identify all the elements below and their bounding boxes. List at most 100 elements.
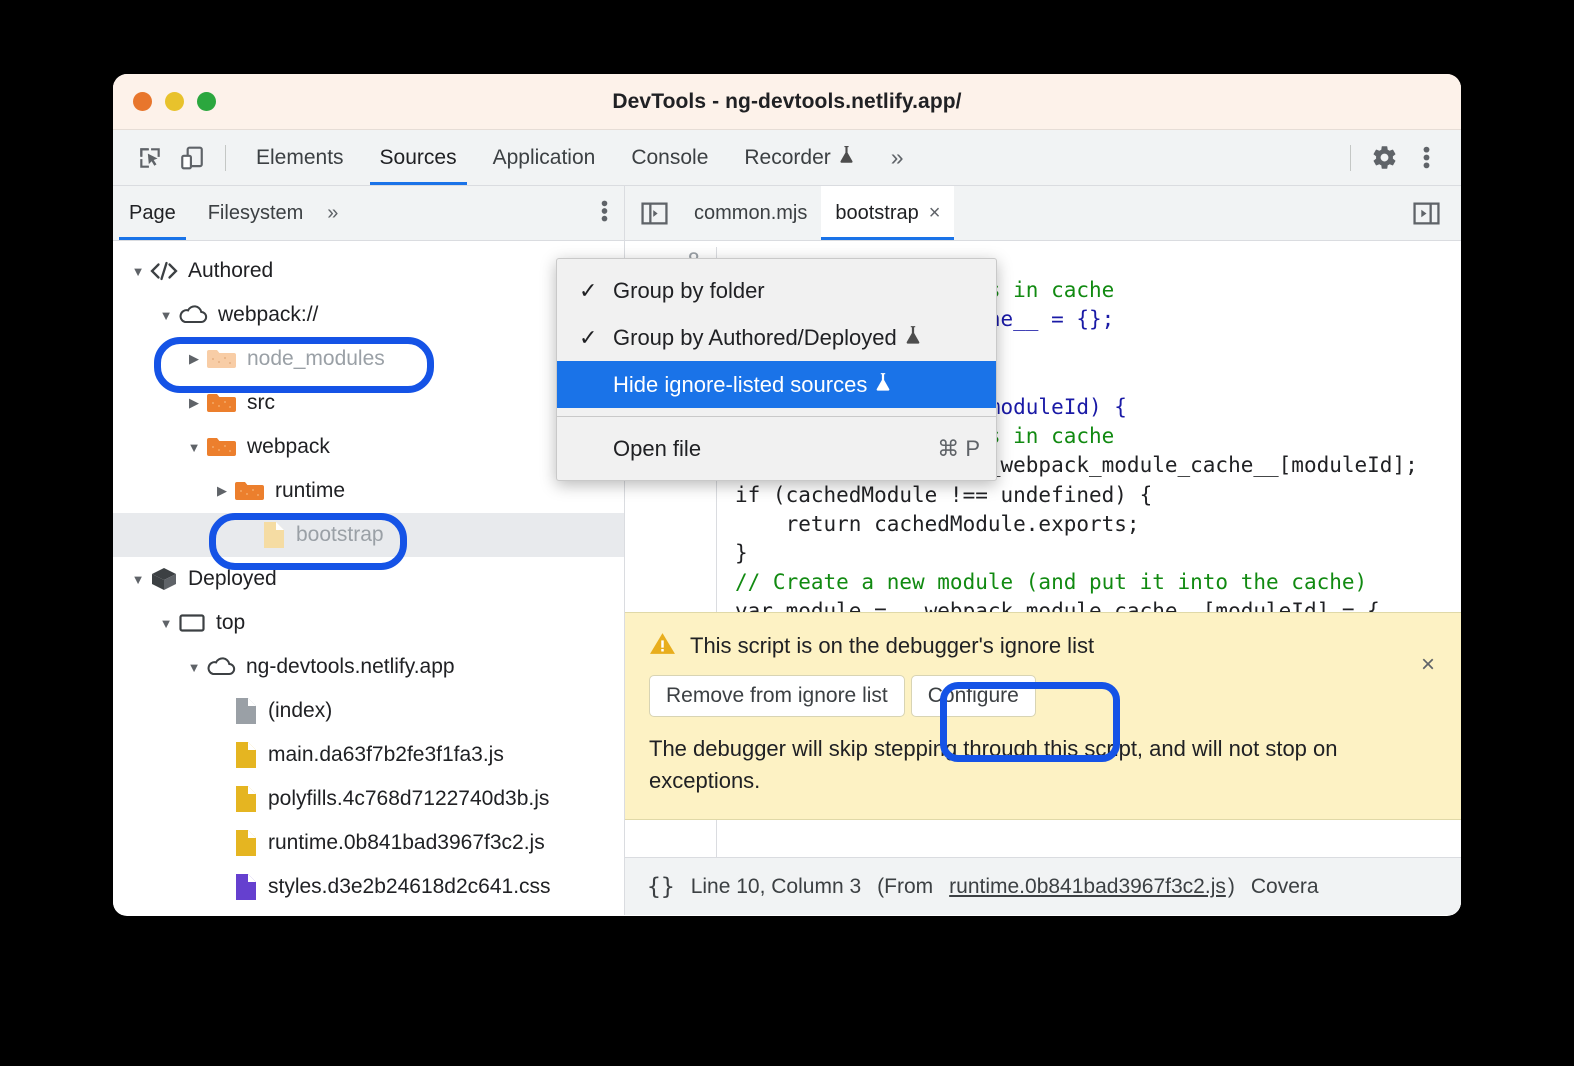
remove-from-ignore-list-button[interactable]: Remove from ignore list	[649, 675, 905, 717]
experimental-flask-icon	[904, 325, 922, 351]
experimental-flask-icon	[874, 372, 892, 398]
menu-item-label: Hide ignore-listed sources	[613, 372, 867, 398]
tree-label: bootstrap	[296, 523, 384, 547]
tree-row-ng-devtools-netlify-app[interactable]: ▼ ng-devtools.netlify.app	[113, 645, 624, 689]
navigator-context-menu[interactable]: ✓ Group by folder ✓ Group by Authored/De…	[556, 258, 997, 481]
sources-navigator-tree[interactable]: ▼ Authored ▼ webpack:// ▶	[113, 241, 625, 915]
tree-label: polyfills.4c768d7122740d3b.js	[268, 787, 549, 811]
panel-tab-application-label: Application	[493, 146, 596, 170]
chevron-down-icon[interactable]: ▼	[127, 572, 149, 587]
tree-row-webpack[interactable]: ▼ webpack	[113, 425, 624, 469]
chevron-down-icon[interactable]: ▼	[183, 440, 205, 455]
infobar-actions: Remove from ignore list Configure	[649, 675, 1437, 717]
devtools-main-toolbar: Elements Sources Application Console Rec…	[113, 130, 1461, 186]
infobar-detail-text: The debugger will skip stepping through …	[649, 733, 1437, 797]
navigator-more-options-icon[interactable]	[601, 198, 608, 229]
panel-tab-recorder-label: Recorder	[744, 146, 830, 170]
configure-button[interactable]: Configure	[911, 675, 1036, 717]
tree-row-index[interactable]: ▶ (index)	[113, 689, 624, 733]
kebab-menu-icon[interactable]	[1405, 137, 1447, 179]
file-dimmed-icon	[261, 520, 287, 550]
tree-row-runtime-js[interactable]: ▶ runtime.0b841bad3967f3c2.js	[113, 821, 624, 865]
minimize-window-button[interactable]	[165, 92, 184, 111]
frame-icon	[177, 611, 207, 635]
expand-panel-icon[interactable]	[1405, 192, 1447, 234]
gear-icon[interactable]	[1363, 137, 1405, 179]
tree-label: node_modules	[247, 347, 385, 371]
menu-item-hide-ignore-listed-sources[interactable]: Hide ignore-listed sources	[557, 361, 996, 408]
menu-item-label: Group by Authored/Deployed	[613, 325, 897, 351]
nav-tab-page[interactable]: Page	[113, 186, 192, 240]
devtools-window: DevTools - ng-devtools.netlify.app/ Elem…	[113, 74, 1461, 916]
chevron-right-icon[interactable]: ▶	[183, 395, 205, 411]
navigator-tabbar: Page Filesystem »	[113, 186, 625, 240]
code-line: if (cachedModule !== undefined) {	[735, 483, 1152, 507]
cube-icon	[149, 566, 179, 592]
panel-tab-sources[interactable]: Sources	[362, 130, 475, 185]
tree-row-node-modules[interactable]: ▶ node_modules	[113, 337, 624, 381]
editor-tab-bootstrap[interactable]: bootstrap ×	[821, 186, 954, 240]
chevron-down-icon[interactable]: ▼	[155, 308, 177, 323]
editor-status-bar: {} Line 10, Column 3 (From runtime.0b841…	[625, 857, 1461, 915]
tree-label: runtime	[275, 479, 345, 503]
menu-item-open-file[interactable]: Open file ⌘ P	[557, 425, 996, 472]
inspect-element-icon[interactable]	[129, 137, 171, 179]
pretty-print-icon[interactable]: {}	[647, 874, 675, 900]
panel-overflow-button[interactable]: »	[873, 130, 922, 185]
menu-item-group-by-folder[interactable]: ✓ Group by folder	[557, 267, 996, 314]
collapse-sidebar-icon[interactable]	[625, 201, 680, 226]
panel-tab-elements-label: Elements	[256, 146, 344, 170]
close-window-button[interactable]	[133, 92, 152, 111]
panel-tab-recorder[interactable]: Recorder	[726, 130, 872, 185]
tree-row-authored[interactable]: ▼ Authored	[113, 249, 624, 293]
panel-tab-list: Elements Sources Application Console Rec…	[238, 130, 922, 185]
chevron-down-icon[interactable]: ▼	[127, 264, 149, 279]
tree-row-webpack-protocol[interactable]: ▼ webpack://	[113, 293, 624, 337]
chevron-right-icon[interactable]: ▶	[211, 483, 233, 499]
check-icon: ✓	[579, 278, 613, 304]
menu-item-label: Group by folder	[613, 278, 765, 304]
nav-tab-filesystem[interactable]: Filesystem	[192, 186, 320, 240]
panel-overflow-label: »	[891, 144, 904, 171]
tree-row-top[interactable]: ▼ top	[113, 601, 624, 645]
device-toolbar-icon[interactable]	[171, 137, 213, 179]
tree-label: (index)	[268, 699, 332, 723]
nav-overflow-button[interactable]: »	[319, 202, 346, 225]
maximize-window-button[interactable]	[197, 92, 216, 111]
panel-tab-application[interactable]: Application	[475, 130, 614, 185]
source-origin-link[interactable]: runtime.0b841bad3967f3c2.js	[949, 875, 1226, 899]
editor-tab-common-mjs[interactable]: common.mjs	[680, 186, 821, 240]
infobar-title: This script is on the debugger's ignore …	[690, 633, 1094, 659]
tree-row-bootstrap[interactable]: ▶ bootstrap	[113, 513, 624, 557]
sub-toolbar-row: Page Filesystem »	[113, 186, 1461, 241]
tree-row-src[interactable]: ▶ src	[113, 381, 624, 425]
close-icon[interactable]: ×	[929, 202, 941, 225]
source-origin-prefix: (From	[877, 875, 933, 899]
tree-label: ng-devtools.netlify.app	[246, 655, 455, 679]
chevron-down-icon[interactable]: ▼	[183, 660, 205, 675]
chevron-right-icon[interactable]: ▶	[183, 351, 205, 367]
tree-row-deployed[interactable]: ▼ Deployed	[113, 557, 624, 601]
chevron-down-icon[interactable]: ▼	[155, 616, 177, 631]
check-icon: ✓	[579, 325, 613, 351]
file-js-icon	[233, 740, 259, 770]
panel-tab-elements[interactable]: Elements	[238, 130, 362, 185]
toolbar-divider	[225, 145, 226, 171]
panel-tab-console[interactable]: Console	[613, 130, 726, 185]
experimental-flask-icon	[838, 145, 855, 170]
tree-label: main.da63f7b2fe3f1fa3.js	[268, 743, 504, 767]
editor-tab-bootstrap-label: bootstrap	[835, 202, 918, 225]
tree-row-polyfills-js[interactable]: ▶ polyfills.4c768d7122740d3b.js	[113, 777, 624, 821]
panel-tab-sources-label: Sources	[380, 146, 457, 170]
tree-row-runtime-folder[interactable]: ▶ runtime	[113, 469, 624, 513]
tree-row-main-js[interactable]: ▶ main.da63f7b2fe3f1fa3.js	[113, 733, 624, 777]
traffic-lights	[133, 92, 216, 111]
close-icon[interactable]: ×	[1421, 653, 1435, 677]
nav-overflow-label: »	[327, 202, 338, 224]
tree-row-styles-css[interactable]: ▶ styles.d3e2b24618d2c641.css	[113, 865, 624, 909]
menu-item-shortcut: ⌘ P	[897, 436, 980, 462]
window-titlebar: DevTools - ng-devtools.netlify.app/	[113, 74, 1461, 130]
tree-label: src	[247, 391, 275, 415]
menu-item-group-by-authored-deployed[interactable]: ✓ Group by Authored/Deployed	[557, 314, 996, 361]
coverage-label[interactable]: Covera	[1251, 875, 1319, 899]
